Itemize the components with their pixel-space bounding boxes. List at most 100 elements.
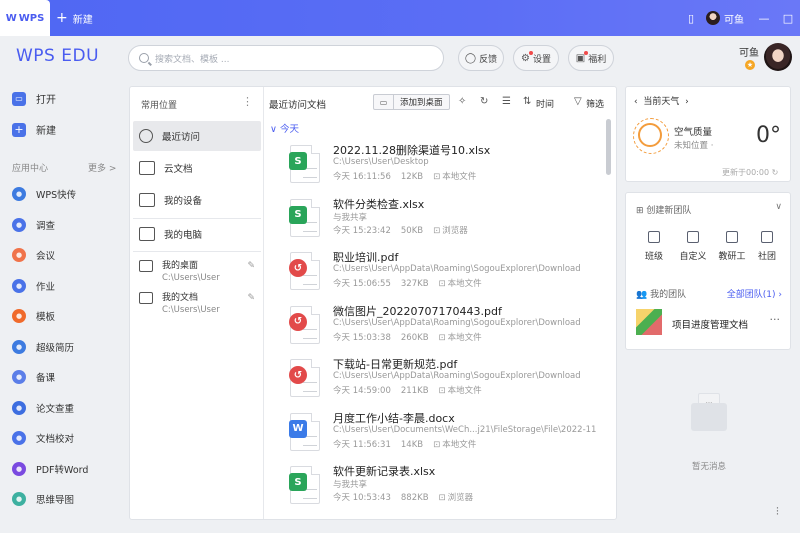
sort-icon[interactable]: ⇅ [523, 96, 531, 107]
team-type-button[interactable]: 班级 [637, 231, 671, 262]
all-teams-link[interactable]: 全部团队(1) › [727, 287, 782, 300]
app-item[interactable]: ● 思维导图 [12, 492, 74, 506]
file-name[interactable]: 微信图片_20220707170443.pdf [333, 303, 502, 319]
maximize-button[interactable]: □ [776, 0, 800, 36]
app-item[interactable]: ● WPS快传 [12, 187, 76, 201]
weather-nav[interactable]: ‹ 当前天气 › [634, 94, 689, 107]
create-team-button[interactable]: ⊞ 创建新团队 [636, 203, 691, 216]
app-item[interactable]: ● 会议 [12, 248, 55, 262]
user-avatar[interactable] [764, 43, 792, 71]
brand-title: WPS EDU [16, 46, 100, 66]
home-tab[interactable]: W WPS [0, 0, 50, 36]
group-icon: 👥 [636, 290, 651, 300]
team-type-button[interactable]: 自定义 [676, 231, 710, 262]
file-type-icon: W [289, 419, 307, 438]
sort-time[interactable]: 时间 [536, 97, 554, 110]
place-computer[interactable]: 我的电脑 [133, 219, 261, 249]
app-item[interactable]: ● 文档校对 [12, 431, 74, 445]
user-name: 可鱼 [739, 48, 759, 59]
location-icon: ⊡ [438, 279, 446, 289]
chevron-right-icon[interactable]: › [685, 97, 689, 107]
file-icon: ↺ [289, 359, 320, 397]
chevron-down-icon[interactable]: ∨ [775, 202, 782, 212]
app-center-more[interactable]: 更多 > [88, 161, 116, 174]
common-locations: 常用位置 ⋮ 最近访问 云文档 我的设备 我的电脑 我的桌面 C:\Users\U… [130, 87, 264, 519]
app-label: 文档校对 [36, 434, 75, 445]
app-item[interactable]: ● 论文查重 [12, 400, 74, 415]
add-to-desktop-button[interactable]: ▭ 添加到桌面 [373, 94, 450, 110]
screen-icon: ▭ [374, 95, 394, 109]
clean-icon[interactable]: ✧ [458, 96, 466, 107]
titlebar-user[interactable]: 可鱼 [706, 11, 744, 26]
file-row[interactable]: W 月度工作小结-李晨.docx C:\Users\User\Documents\W… [289, 410, 596, 462]
new-tab-button[interactable]: + 新建 [56, 0, 93, 36]
file-name[interactable]: 软件更新记录表.xlsx [333, 463, 435, 479]
file-row[interactable]: S 软件更新记录表.xlsx 与我共享 今天 10:53:43 882KB ⊡ 浏览器 [289, 463, 590, 515]
window-layout-icon[interactable]: ▯ [680, 0, 702, 36]
filter-button[interactable]: 筛选 [586, 97, 604, 110]
chevron-left-icon[interactable]: ‹ [634, 97, 640, 107]
titlebar-user-name: 可鱼 [724, 14, 744, 26]
file-row[interactable]: ↺ 职业培训.pdf C:\Users\User\AppData\Roaming\S… [289, 249, 590, 301]
app-label: 备课 [36, 373, 56, 384]
place-cloud[interactable]: 云文档 [133, 153, 261, 183]
file-type-icon: ↺ [289, 366, 307, 384]
pin-icon[interactable]: ✎ [247, 261, 255, 271]
list-view-icon[interactable]: ☰ [502, 96, 511, 107]
file-name[interactable]: 软件分类检查.xlsx [333, 196, 424, 212]
team-item-name[interactable]: 项目进度管理文档 [672, 317, 748, 331]
place-device-label: 我的设备 [164, 196, 203, 207]
file-name[interactable]: 2022.11.28删除渠道号10.xlsx [333, 142, 490, 158]
app-item[interactable]: ● 模板 [12, 309, 55, 323]
add-team-icon: ⊞ [636, 206, 647, 216]
app-item[interactable]: ● 调查 [12, 217, 55, 232]
open-button[interactable]: ▭ 打开 [12, 91, 56, 106]
weather-updated[interactable]: 更新于00:00 ↻ [722, 167, 778, 178]
place-recent[interactable]: 最近访问 [133, 121, 261, 151]
file-time: 今天 11:56:31 [333, 439, 391, 450]
file-row[interactable]: S 2022.11.28删除渠道号10.xlsx C:\Users\User\Des… [289, 142, 590, 194]
app-item[interactable]: ● PDF转Word [12, 461, 88, 476]
scrollbar[interactable] [606, 119, 611, 175]
settings-button[interactable]: ⚙ 设置 [513, 45, 559, 71]
gift-icon: ▣ [576, 50, 589, 64]
file-row[interactable]: ↺ 微信图片_20220707170443.pdf C:\Users\User\Ap… [289, 303, 590, 355]
place-device[interactable]: 我的设备 [133, 185, 261, 215]
app-item[interactable]: ● 作业 [12, 278, 55, 293]
team-type-label: 自定义 [679, 252, 707, 262]
equalizer-icon[interactable]: ⫶ [776, 505, 779, 519]
team-type-label: 社团 [757, 252, 776, 262]
plus-icon: + [56, 10, 68, 26]
filter-icon[interactable]: ▽ [574, 96, 582, 107]
new-button[interactable]: + 新建 [12, 122, 56, 137]
pin-icon[interactable]: ✎ [247, 293, 255, 303]
team-type-button[interactable]: 教研工 [715, 231, 749, 262]
benefits-button[interactable]: ▣ 福利 [568, 45, 614, 71]
group-today[interactable]: ∨ 今天 [270, 121, 299, 135]
search-placeholder: 搜索文档、模板 ... [155, 54, 230, 65]
refresh-icon[interactable]: ↻ [480, 96, 488, 107]
more-options-icon[interactable]: ··· [770, 313, 781, 326]
my-team-label: 我的团队 [650, 290, 687, 300]
file-name[interactable]: 职业培训.pdf [333, 249, 398, 265]
location-icon: ⊡ [438, 332, 446, 343]
file-icon: ↺ [289, 305, 320, 344]
feedback-button[interactable]: ◯ 反馈 [458, 45, 504, 71]
app-item[interactable]: ● 超级简历 [12, 339, 74, 354]
app-icon: ● [12, 309, 26, 323]
file-row[interactable]: ↺ 下载站-日常更新规范.pdf C:\Users\User\AppData\Roa… [289, 356, 590, 408]
team-type-button[interactable]: 社团 [750, 231, 784, 262]
place-desktop[interactable]: 我的桌面 C:\Users\User ✎ [133, 258, 261, 283]
more-options-icon[interactable]: ⋮ [242, 95, 253, 108]
place-documents[interactable]: 我的文档 C:\Users\User ✎ [133, 290, 261, 315]
file-name[interactable]: 下载站-日常更新规范.pdf [333, 356, 457, 372]
file-row[interactable]: S 软件分类检查.xlsx 与我共享 今天 15:23:42 50KB ⊡ 浏览器 [289, 196, 590, 248]
search-input[interactable]: 搜索文档、模板 ... [128, 45, 444, 71]
file-name[interactable]: 月度工作小结-李晨.docx [333, 410, 455, 426]
team-type-icon [761, 231, 773, 243]
file-size: 12KB [400, 172, 424, 182]
app-item[interactable]: ● 备课 [12, 370, 55, 384]
minimize-button[interactable]: — [752, 0, 776, 36]
file-type-icon: S [289, 152, 307, 170]
location-icon: ⊡ [438, 493, 446, 503]
